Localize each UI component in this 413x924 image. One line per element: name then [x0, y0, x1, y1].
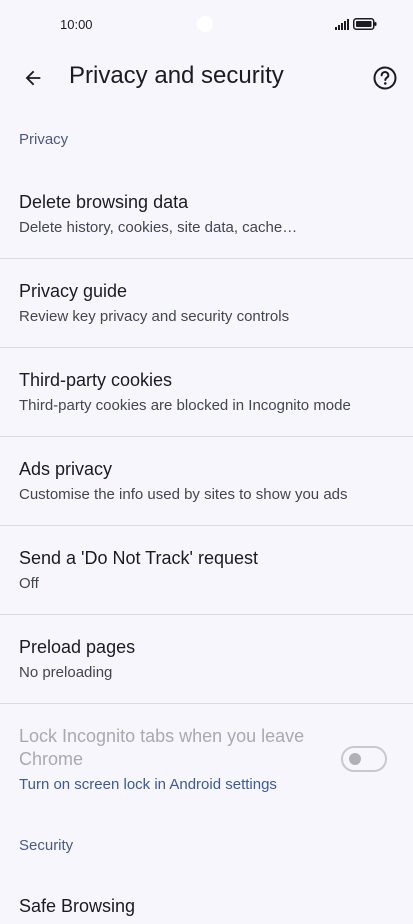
ads-privacy-item[interactable]: Ads privacy Customise the info used by s…: [0, 437, 413, 525]
item-subtitle: Review key privacy and security controls: [19, 308, 290, 325]
item-title: Ads privacy: [19, 459, 113, 479]
camera-cutout: [197, 16, 213, 32]
page-title: Privacy and security: [69, 62, 284, 89]
item-subtitle: Third-party cookies are blocked in Incog…: [19, 397, 351, 414]
item-title: Safe Browsing: [19, 896, 136, 916]
item-subtitle: Delete history, cookies, site data, cach…: [19, 219, 298, 236]
back-button[interactable]: [18, 63, 48, 93]
toggle-knob: [349, 753, 361, 765]
privacy-guide-item[interactable]: Privacy guide Review key privacy and sec…: [0, 259, 413, 347]
app-bar: Privacy and security: [0, 50, 413, 106]
lock-incognito-tabs-item: Lock Incognito tabs when you leave Chrom…: [0, 716, 413, 816]
item-title: Privacy guide: [19, 281, 128, 301]
help-button[interactable]: [372, 65, 398, 91]
screen-lock-settings-link[interactable]: Turn on screen lock in Android settings: [19, 776, 277, 793]
third-party-cookies-item[interactable]: Third-party cookies Third-party cookies …: [0, 348, 413, 436]
arrow-back-icon: [25, 70, 41, 86]
preload-pages-item[interactable]: Preload pages No preloading: [0, 615, 413, 703]
battery-icon: [353, 18, 377, 30]
item-title: Preload pages: [19, 637, 136, 657]
item-subtitle: Off: [19, 575, 39, 592]
section-header-security: Security: [19, 837, 74, 854]
signal-icon: [335, 18, 349, 30]
item-subtitle: No preloading: [19, 664, 113, 681]
lock-incognito-toggle[interactable]: [341, 746, 387, 772]
item-title: Delete browsing data: [19, 192, 189, 212]
do-not-track-item[interactable]: Send a 'Do Not Track' request Off: [0, 526, 413, 614]
section-header-privacy: Privacy: [19, 131, 69, 148]
delete-browsing-data-item[interactable]: Delete browsing data Delete history, coo…: [0, 170, 413, 258]
item-subtitle: Customise the info used by sites to show…: [19, 486, 348, 503]
safe-browsing-item[interactable]: Safe Browsing: [0, 876, 413, 924]
lock-incognito-title: Lock Incognito tabs when you leave Chrom…: [19, 726, 305, 769]
item-title: Third-party cookies: [19, 370, 173, 390]
help-icon: [373, 66, 397, 90]
status-icons: [335, 18, 377, 30]
item-title: Send a 'Do Not Track' request: [19, 548, 258, 568]
divider: [0, 703, 413, 704]
status-time: 10:00: [60, 17, 93, 32]
status-bar: 10:00: [0, 0, 413, 50]
